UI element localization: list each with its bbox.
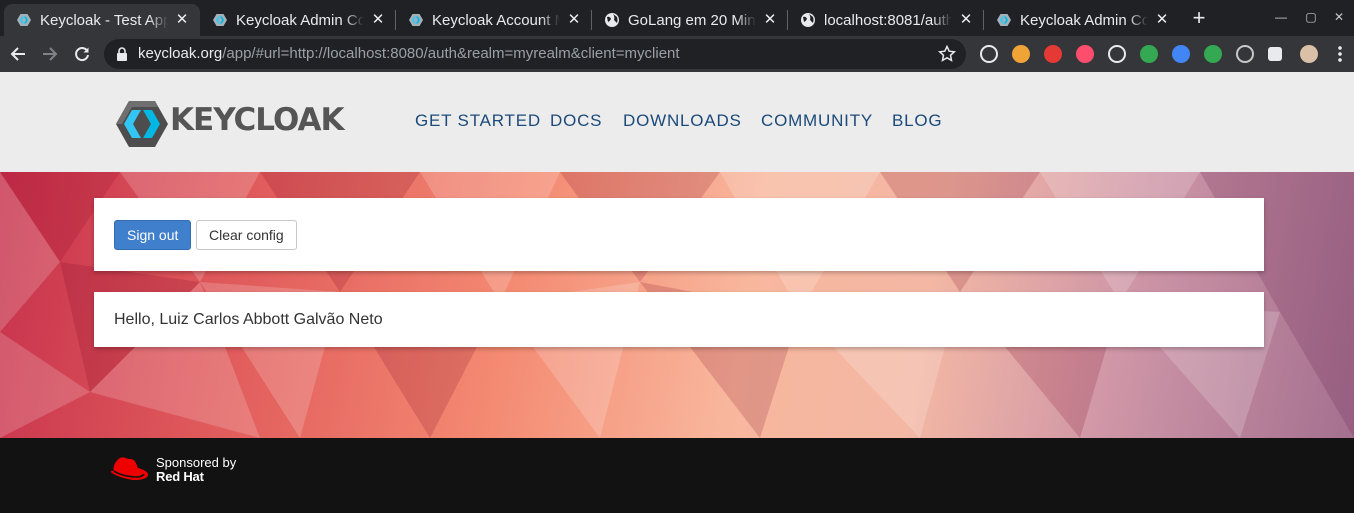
puzzle-icon[interactable] [1268,47,1282,61]
url-path: /app/#url=http://localhost:8080/auth&rea… [222,45,680,62]
arrow-right-icon [43,47,58,61]
reload-icon [75,47,89,62]
sponsor-name[interactable]: Red Hat [156,469,204,484]
address-bar[interactable]: keycloak.org/app/#url=http://localhost:8… [104,39,966,69]
greeting-text: Hello, Luiz Carlos Abbott Galvão Neto [114,311,383,328]
close-icon[interactable]: ✕ [762,12,778,28]
browser-tab-1[interactable]: Keycloak - Test Appl ✕ [4,4,200,36]
browser-tab-5[interactable]: localhost:8081/auth ✕ [788,4,984,36]
arrow-left-icon [10,47,25,61]
browser-tab-4[interactable]: GoLang em 20 Minut ✕ [592,4,788,36]
json-icon[interactable] [1236,45,1254,63]
profile-avatar[interactable] [1300,45,1318,63]
globe-icon [604,12,620,28]
keycloak-icon [16,12,32,28]
keycloak-icon [408,12,424,28]
url-host: keycloak.org [138,45,223,62]
lock-icon [117,47,127,61]
browser-toolbar: keycloak.org/app/#url=http://localhost:8… [0,36,1354,72]
site-header: KEYCLOAK GET STARTED DOCS DOWNLOADS COMM… [0,72,1354,172]
browser-tab-strip: Keycloak - Test Appl ✕ Keycloak Admin Co… [0,0,1354,36]
close-icon[interactable]: ✕ [566,12,582,28]
nav-blog[interactable]: BLOG [892,111,942,131]
minimize-button[interactable]: — [1272,8,1290,26]
chrome-icon[interactable] [1140,45,1158,63]
nav-docs[interactable]: DOCS [550,111,602,131]
nav-downloads[interactable]: DOWNLOADS [623,111,742,131]
sponsored-label: Sponsored by [156,455,237,470]
tab-title: Keycloak Account Ma [432,11,560,29]
redhat-hat-icon[interactable] [108,454,150,486]
bookmark-star-icon[interactable] [938,45,956,63]
keycloak-icon [212,12,228,28]
close-window-button[interactable]: ✕ [1330,8,1348,26]
clear-config-button[interactable]: Clear config [196,220,297,250]
close-icon[interactable]: ✕ [370,12,386,28]
globe-icon [800,12,816,28]
tab-title: Keycloak Admin Cons [1020,11,1148,29]
keycloak-logo-mark [116,101,168,147]
maximize-button[interactable]: ▢ [1302,8,1320,26]
browser-tab-2[interactable]: Keycloak Admin Cons ✕ [200,4,396,36]
tab-title: localhost:8081/auth [824,11,952,29]
react-icon[interactable] [1108,45,1126,63]
tab-title: GoLang em 20 Minut [628,11,756,29]
close-icon[interactable]: ✕ [174,12,190,28]
video-icon[interactable] [1076,45,1094,63]
tab-title: Keycloak Admin Cons [236,11,364,29]
keycloak-logo[interactable]: KEYCLOAK [114,99,349,149]
hand-stop-icon[interactable] [1044,45,1062,63]
controls-card: Sign out Clear config [94,198,1264,271]
pin-icon[interactable] [1204,45,1222,63]
nav-get-started[interactable]: GET STARTED [415,111,541,131]
close-icon[interactable]: ✕ [1154,12,1170,28]
menu-icon[interactable] [1338,45,1342,63]
forward-button[interactable] [38,42,62,66]
close-icon[interactable]: ✕ [958,12,974,28]
keycloak-icon [996,12,1012,28]
hero-background: Sign out Clear config Hello, Luiz Carlos… [0,172,1354,438]
owl-icon[interactable] [1012,45,1030,63]
site-footer: Sponsored by Red Hat [0,438,1354,513]
sign-out-button[interactable]: Sign out [114,220,192,250]
back-button[interactable] [6,42,30,66]
clock-icon[interactable] [980,45,998,63]
url-text: keycloak.org/app/#url=http://localhost:8… [138,45,680,62]
browser-tab-6[interactable]: Keycloak Admin Cons ✕ [984,4,1180,36]
new-tab-button[interactable]: + [1188,7,1210,29]
tab-title: Keycloak - Test Appl [40,11,168,29]
reload-button[interactable] [70,42,94,66]
translate-icon[interactable] [1172,45,1190,63]
greeting-card: Hello, Luiz Carlos Abbott Galvão Neto [94,292,1264,347]
browser-tab-3[interactable]: Keycloak Account Ma ✕ [396,4,592,36]
nav-community[interactable]: COMMUNITY [761,111,873,131]
logo-wordmark: KEYCLOAK [170,102,344,138]
